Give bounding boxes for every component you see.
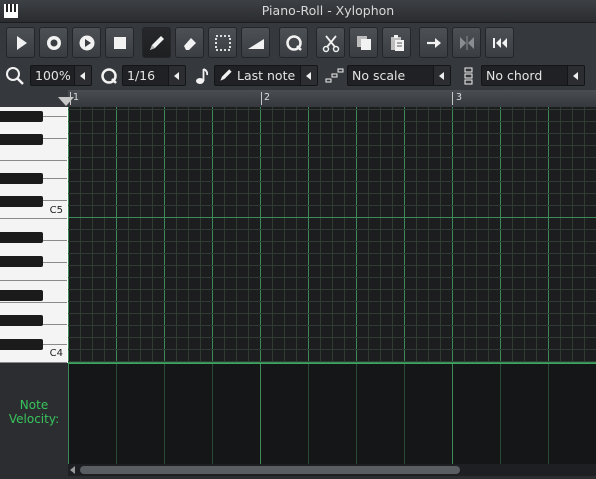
chord-icon: [458, 65, 480, 87]
eraser-icon: [183, 37, 196, 50]
cut-icon: [322, 34, 339, 52]
select-icon: [214, 34, 231, 51]
bar-line: [261, 92, 262, 105]
copy-icon: [356, 35, 371, 50]
chevron-left-icon: [74, 66, 91, 85]
scroll-left-icon[interactable]: [70, 466, 76, 474]
paste-button[interactable]: [382, 27, 411, 58]
velocity-label-line1: Note: [19, 398, 49, 412]
chevron-left-icon: [168, 66, 185, 85]
black-key[interactable]: [0, 173, 43, 184]
rewind-button[interactable]: [485, 27, 514, 58]
zoom-icon: [4, 65, 26, 87]
quantize-value: 1/16: [127, 68, 156, 83]
detune-icon: [247, 38, 264, 49]
quantize-button[interactable]: [279, 27, 308, 58]
bar-number: 3: [456, 92, 463, 103]
rewind-icon: [492, 37, 507, 48]
flip-icon: [459, 35, 474, 50]
record-icon: [46, 35, 61, 50]
scrollbar-thumb[interactable]: [80, 466, 460, 474]
play-button[interactable]: [6, 27, 35, 58]
black-key[interactable]: [0, 290, 43, 301]
quantize-select[interactable]: 1/16: [122, 65, 186, 86]
flip-button[interactable]: [452, 27, 481, 58]
scale-icon: [323, 65, 345, 87]
chevron-left-icon: [567, 66, 584, 85]
pencil-icon: [149, 35, 164, 50]
draw-mode-button[interactable]: [142, 27, 171, 58]
stop-behaviour-button[interactable]: [419, 27, 448, 58]
black-key[interactable]: [0, 315, 43, 326]
record-button[interactable]: [39, 27, 68, 58]
bar-number: 2: [264, 92, 271, 103]
note-icon: [191, 65, 213, 87]
piano-keyboard[interactable]: C5 C4: [0, 107, 68, 363]
timeline-ruler[interactable]: 1 2 3: [58, 90, 596, 108]
c5-label: C5: [49, 205, 63, 216]
scale-value: No scale: [352, 68, 406, 83]
stop-button[interactable]: [105, 27, 134, 58]
note-velocity-label: Note Velocity:: [0, 398, 68, 426]
arrow-right-icon: [426, 37, 441, 48]
play-icon: [16, 35, 27, 50]
velocity-area[interactable]: [68, 363, 596, 465]
record-while-playing-button[interactable]: [72, 27, 101, 58]
bar-line: [70, 92, 71, 105]
black-key[interactable]: [0, 134, 43, 145]
select-mode-button[interactable]: [208, 27, 237, 58]
edit-toolbar: 100% 1/16 Last note No scale No chord: [0, 62, 596, 90]
scale-select[interactable]: No scale: [347, 65, 451, 86]
window-title: Piano-Roll - Xylophon: [261, 3, 395, 18]
bar-line: [452, 92, 453, 105]
bar-number: 1: [73, 92, 80, 103]
note-grid[interactable]: [68, 107, 596, 363]
erase-mode-button[interactable]: [175, 27, 204, 58]
quantize-icon: [285, 34, 302, 51]
black-key[interactable]: [0, 339, 43, 350]
note-length-select[interactable]: Last note: [214, 65, 318, 86]
cut-button[interactable]: [316, 27, 345, 58]
chevron-left-icon: [433, 66, 450, 85]
chord-value: No chord: [486, 68, 543, 83]
black-key[interactable]: [0, 232, 43, 243]
velocity-label-line2: Velocity:: [8, 412, 60, 426]
pencil-icon: [218, 67, 234, 85]
chevron-left-icon: [300, 66, 317, 85]
detune-mode-button[interactable]: [241, 27, 270, 58]
main-toolbar: [0, 23, 596, 62]
copy-button[interactable]: [349, 27, 378, 58]
black-key[interactable]: [0, 256, 43, 267]
c4-label: C4: [49, 348, 63, 359]
record-while-playing-icon: [79, 35, 94, 50]
black-key[interactable]: [0, 196, 43, 207]
note-length-value: Last note: [237, 68, 296, 83]
quantize-icon: [98, 65, 120, 87]
position-marker-icon[interactable]: [58, 97, 74, 107]
black-key[interactable]: [0, 111, 43, 122]
stop-icon: [113, 36, 126, 49]
zoom-value: 100%: [35, 68, 71, 83]
chord-select[interactable]: No chord: [481, 65, 585, 86]
paste-icon: [390, 34, 404, 51]
zoom-select[interactable]: 100%: [30, 65, 92, 86]
